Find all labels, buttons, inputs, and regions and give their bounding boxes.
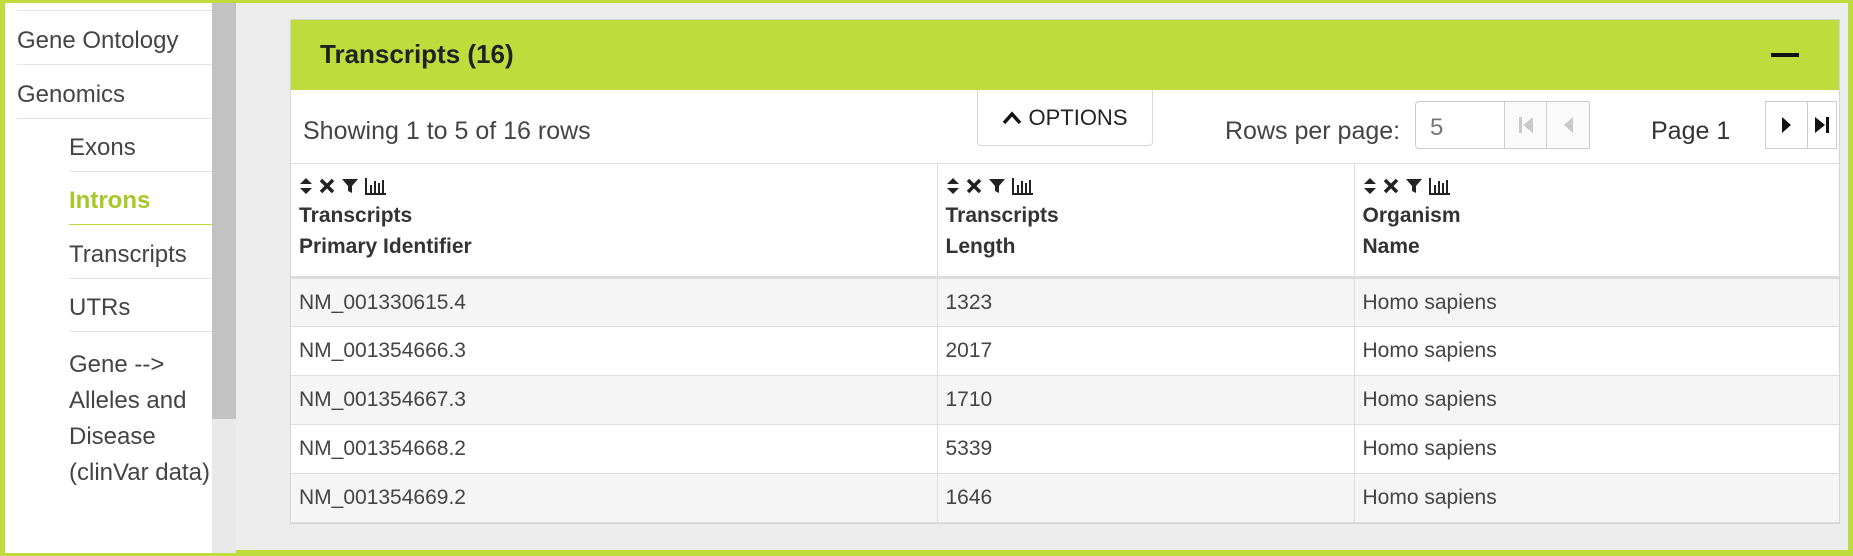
cell-length: 2017 <box>937 326 1355 376</box>
options-button[interactable]: OPTIONS <box>977 90 1153 146</box>
panel-title: Transcripts (16) <box>320 39 514 69</box>
sidebar-item-gene-alleles-disease[interactable]: Gene --> Alleles and Disease (clinVar da… <box>69 347 210 491</box>
column-title-line2: Primary Identifier <box>299 235 472 258</box>
column-title-line2: Length <box>945 235 1016 258</box>
sort-icon[interactable] <box>1363 177 1377 195</box>
column-title-line2: Name <box>1362 235 1420 258</box>
table-header-row: Transcripts Primary Identifier Transcrip… <box>291 163 1839 279</box>
sidebar-item-exons[interactable]: Exons <box>69 134 136 162</box>
cell-organism-name: Homo sapiens <box>1354 326 1839 376</box>
filter-icon[interactable] <box>988 178 1006 194</box>
table-row: NM_001354669.2 1646 Homo sapiens <box>291 473 1839 523</box>
cell-length: 1646 <box>937 473 1355 523</box>
cell-primary-identifier[interactable]: NM_001330615.4 <box>291 277 938 327</box>
options-label: OPTIONS <box>1028 104 1128 130</box>
divider <box>69 278 214 279</box>
active-underline <box>69 224 214 225</box>
column-header-organism-name: Organism Name <box>1354 163 1839 279</box>
column-title-line1: Transcripts <box>299 204 413 227</box>
sidebar-item-genomics[interactable]: Genomics <box>17 81 125 109</box>
cell-organism-name: Homo sapiens <box>1354 473 1839 523</box>
close-icon[interactable] <box>319 178 335 194</box>
column-header-length: Transcripts Length <box>937 163 1355 279</box>
divider <box>17 118 214 119</box>
filter-icon[interactable] <box>341 178 359 194</box>
minus-icon[interactable] <box>1771 53 1799 57</box>
panel-header[interactable]: Transcripts (16) <box>291 20 1839 90</box>
table-row: NM_001330615.4 1323 Homo sapiens <box>291 277 1839 327</box>
cell-primary-identifier[interactable]: NM_001354669.2 <box>291 473 938 523</box>
column-tools <box>1363 174 1832 198</box>
sort-icon[interactable] <box>946 177 960 195</box>
rows-per-page-value: 5 <box>1430 114 1444 141</box>
sidebar-scrollbar-thumb[interactable] <box>212 3 236 419</box>
next-page-icon <box>1782 117 1791 133</box>
cell-organism-name: Homo sapiens <box>1354 277 1839 327</box>
transcripts-panel: Transcripts (16) Showing 1 to 5 of 16 ro… <box>290 19 1840 524</box>
sidebar: Gene Ontology Genomics Exons Introns Tra… <box>5 3 214 553</box>
cell-length: 1323 <box>937 277 1355 327</box>
cell-primary-identifier[interactable]: NM_001354666.3 <box>291 326 938 376</box>
chevron-up-icon <box>1003 110 1022 124</box>
bar-chart-icon[interactable] <box>1011 177 1034 195</box>
column-header-primary-identifier: Transcripts Primary Identifier <box>291 163 938 279</box>
filter-icon[interactable] <box>1405 178 1423 194</box>
divider <box>17 64 214 65</box>
table-row: NM_001354668.2 5339 Homo sapiens <box>291 424 1839 474</box>
row-count-text: Showing 1 to 5 of 16 rows <box>303 117 591 145</box>
sidebar-item-utrs[interactable]: UTRs <box>69 294 130 322</box>
sidebar-item-introns[interactable]: Introns <box>69 187 150 215</box>
cell-primary-identifier[interactable]: NM_001354667.3 <box>291 375 938 425</box>
table-row: NM_001354666.3 2017 Homo sapiens <box>291 326 1839 376</box>
cell-length: 5339 <box>937 424 1355 474</box>
last-page-button[interactable] <box>1807 101 1837 149</box>
sort-icon[interactable] <box>299 177 313 195</box>
prev-page-button[interactable] <box>1546 101 1590 149</box>
column-title-line1: Transcripts <box>945 204 1059 227</box>
page-indicator: Page 1 <box>1651 117 1731 145</box>
sidebar-item-gene-ontology[interactable]: Gene Ontology <box>17 27 178 55</box>
cell-organism-name: Homo sapiens <box>1354 424 1839 474</box>
transcripts-table: Transcripts Primary Identifier Transcrip… <box>291 163 1839 523</box>
divider <box>69 171 214 172</box>
close-icon[interactable] <box>966 178 982 194</box>
cell-organism-name: Homo sapiens <box>1354 375 1839 425</box>
rows-per-page-label: Rows per page: <box>1225 117 1401 145</box>
table-row: NM_001354667.3 1710 Homo sapiens <box>291 375 1839 425</box>
cell-length: 1710 <box>937 375 1355 425</box>
last-page-icon <box>1815 117 1829 133</box>
cell-primary-identifier[interactable]: NM_001354668.2 <box>291 424 938 474</box>
column-tools <box>299 174 929 198</box>
column-tools <box>946 174 1346 198</box>
first-page-button[interactable] <box>1504 101 1548 149</box>
column-title-line1: Organism <box>1362 204 1461 227</box>
bar-chart-icon[interactable] <box>1428 177 1451 195</box>
prev-page-icon <box>1564 117 1573 133</box>
next-page-button[interactable] <box>1765 101 1809 149</box>
divider <box>69 331 214 332</box>
sidebar-item-transcripts[interactable]: Transcripts <box>69 241 187 269</box>
close-icon[interactable] <box>1383 178 1399 194</box>
first-page-icon <box>1519 117 1533 133</box>
bar-chart-icon[interactable] <box>365 177 387 195</box>
divider <box>17 10 214 11</box>
